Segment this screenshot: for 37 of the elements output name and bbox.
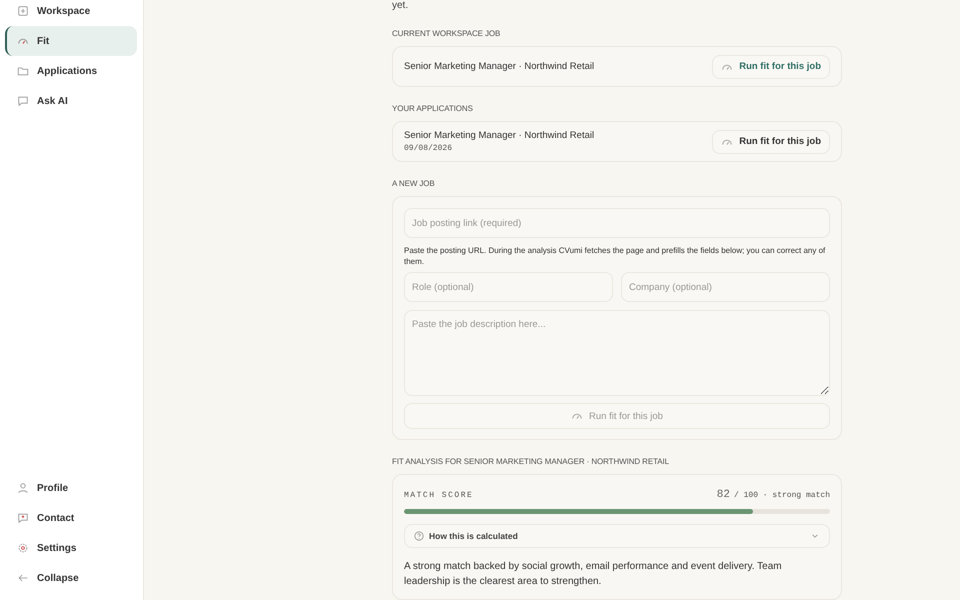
hint-text: Paste the posting URL. During the analysis CVumi fetches the page and prefills the fields below; you can correct any of them. [404, 245, 826, 267]
run-fit-button[interactable]: Run fit for this job [712, 54, 830, 78]
help-icon [414, 531, 424, 541]
chat-icon [17, 95, 29, 107]
intro-text: yet. [392, 0, 410, 12]
application-date: 09/08/2026 [404, 144, 454, 153]
summary-text: A strong match backed by social growth, email performance and event delivery. Team leadership is the clearest area to strengthen. [404, 560, 783, 589]
nav-item[interactable]: Applications [5, 56, 137, 86]
nav-item[interactable]: Profile [5, 473, 137, 503]
chevron-icon [811, 532, 819, 540]
nav-item[interactable]: Settings [5, 533, 137, 563]
nav-item[interactable]: Ask AI [5, 86, 137, 116]
score-value: 82 [716, 489, 730, 501]
job-title: Senior Marketing Manager · Northwind Retail [404, 61, 594, 72]
job-title: Senior Marketing Manager · Northwind Retail [404, 130, 594, 141]
link-input-field[interactable]: Job posting link (required) [404, 208, 830, 238]
settings-icon [17, 542, 29, 554]
nav-item[interactable]: Collapse [5, 563, 137, 593]
company-input-field[interactable]: Company (optional) [621, 272, 830, 302]
score-label: MATCH SCORE [404, 491, 474, 500]
nav-item[interactable]: Workspace [5, 0, 137, 26]
folder-icon [17, 65, 29, 77]
role-input-field[interactable]: Role (optional) [404, 272, 613, 302]
score-suffix: / 100 · strong match [734, 491, 830, 500]
message-icon [17, 512, 29, 524]
run-fit-button[interactable]: Run fit for this job [712, 130, 830, 154]
description-field[interactable]: Paste the job description here... [404, 310, 830, 396]
nav-item[interactable]: Contact [5, 503, 137, 533]
section-label: CURRENT WORKSPACE JOB [392, 29, 502, 38]
plus-square-icon [17, 5, 29, 17]
user-icon [17, 482, 29, 494]
section-label: A NEW JOB [392, 179, 436, 188]
section-label: FIT ANALYSIS FOR SENIOR MARKETING MANAGER · NORTHWIND RETAIL [392, 457, 670, 466]
nav-item[interactable]: Fit [5, 26, 137, 56]
arrow-left-icon [17, 572, 29, 584]
section-label: YOUR APPLICATIONS [392, 104, 474, 113]
explainer-toggle[interactable]: How this is calculated [404, 524, 830, 548]
